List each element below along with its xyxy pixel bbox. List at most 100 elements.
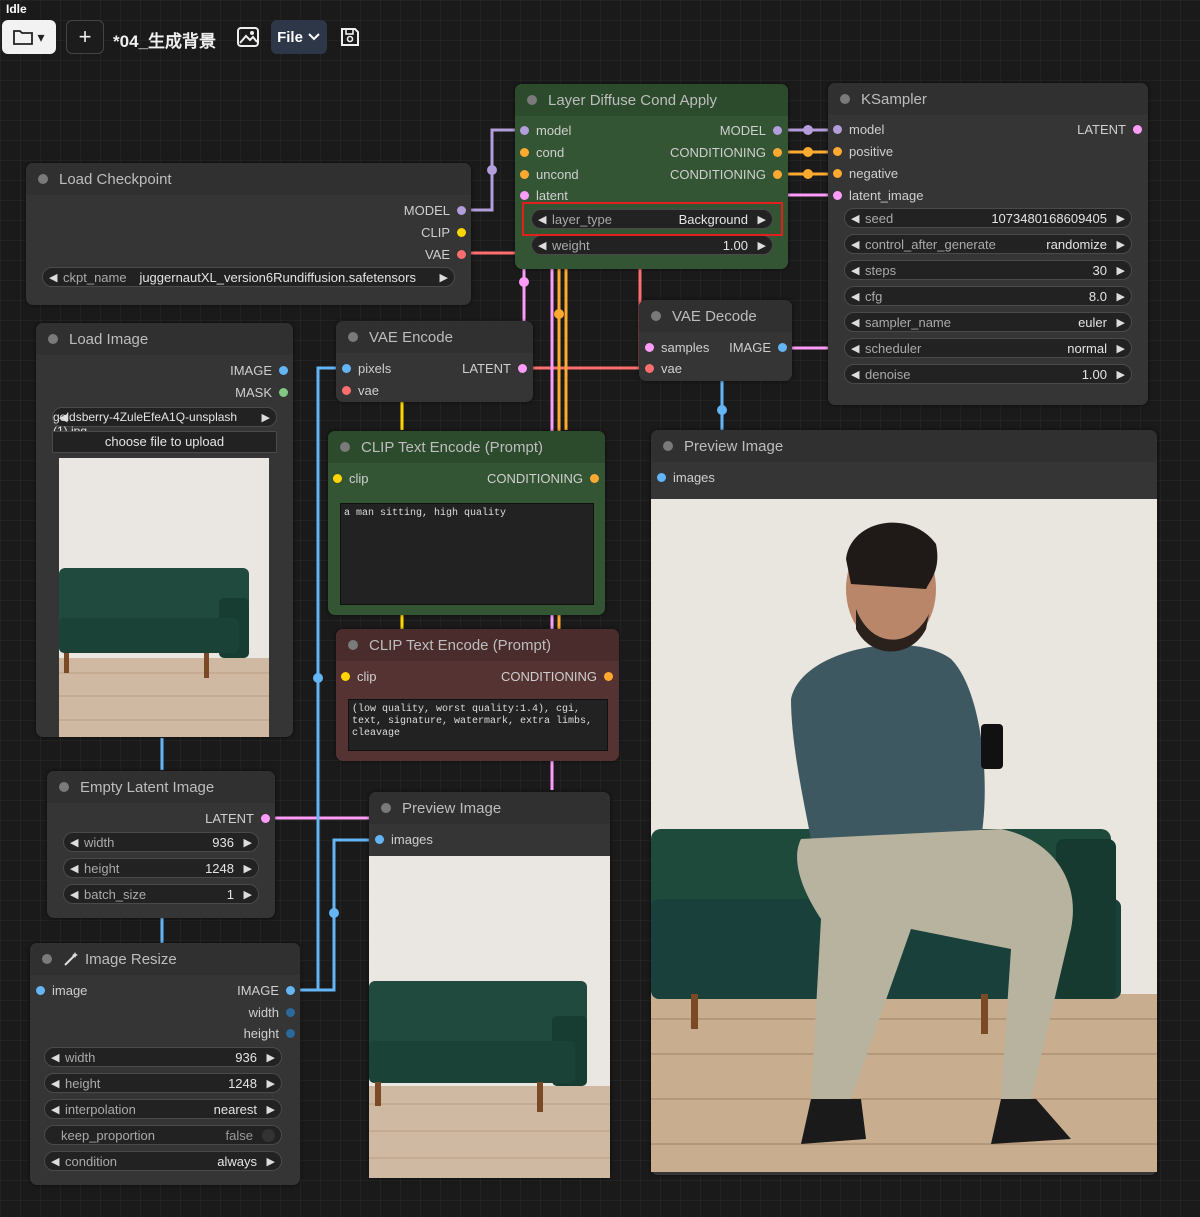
- input-model[interactable]: model: [520, 123, 571, 139]
- input-samples[interactable]: samples: [645, 340, 709, 356]
- arrow-right-icon[interactable]: ▶: [244, 836, 252, 849]
- node-collapse-dot[interactable]: [59, 782, 69, 792]
- node-collapse-dot[interactable]: [42, 954, 52, 964]
- output-conditioning[interactable]: CONDITIONING: [487, 471, 599, 487]
- arrow-right-icon[interactable]: ▶: [244, 888, 252, 901]
- arrow-left-icon[interactable]: ◀: [51, 1077, 59, 1090]
- sampler-name-combo[interactable]: ◀ sampler_name euler ▶: [844, 312, 1132, 332]
- width-number[interactable]: ◀ width 936 ▶: [63, 832, 259, 852]
- upload-button[interactable]: choose file to upload: [52, 431, 277, 453]
- arrow-left-icon[interactable]: ◀: [851, 212, 859, 225]
- arrow-left-icon[interactable]: ◀: [851, 316, 859, 329]
- node-header[interactable]: VAE Decode: [639, 300, 792, 332]
- height-number[interactable]: ◀ height 1248 ▶: [44, 1073, 282, 1093]
- node-collapse-dot[interactable]: [348, 332, 358, 342]
- keep-proportion-toggle[interactable]: keep_proportion false: [44, 1125, 282, 1145]
- output-model[interactable]: MODEL: [404, 203, 466, 219]
- arrow-left-icon[interactable]: ◀: [70, 836, 78, 849]
- node-preview-image-small[interactable]: Preview Image images: [369, 792, 610, 1178]
- node-vae-decode[interactable]: VAE Decode samples vae IMAGE: [639, 300, 792, 381]
- prompt-textarea[interactable]: (low quality, worst quality:1.4), cgi, t…: [348, 699, 608, 751]
- arrow-right-icon[interactable]: ▶: [1117, 290, 1125, 303]
- input-vae[interactable]: vae: [645, 361, 682, 377]
- input-latent-image[interactable]: latent_image: [833, 188, 923, 204]
- node-collapse-dot[interactable]: [48, 334, 58, 344]
- node-vae-encode[interactable]: VAE Encode pixels vae LATENT: [336, 321, 533, 402]
- node-collapse-dot[interactable]: [663, 441, 673, 451]
- arrow-right-icon[interactable]: ▶: [244, 862, 252, 875]
- arrow-right-icon[interactable]: ▶: [262, 411, 270, 424]
- input-negative[interactable]: negative: [833, 166, 898, 182]
- arrow-left-icon[interactable]: ◀: [51, 1103, 59, 1116]
- arrow-left-icon[interactable]: ◀: [851, 290, 859, 303]
- steps-number[interactable]: ◀ steps 30 ▶: [844, 260, 1132, 280]
- image-file-combo[interactable]: ◀ goldsberry-4ZuleEfeA1Q-unsplash (1).jp…: [52, 407, 277, 438]
- batch-size-number[interactable]: ◀ batch_size 1 ▶: [63, 884, 259, 904]
- arrow-right-icon[interactable]: ▶: [758, 239, 766, 252]
- node-header[interactable]: Layer Diffuse Cond Apply: [515, 84, 788, 116]
- input-clip[interactable]: clip: [341, 669, 377, 685]
- arrow-right-icon[interactable]: ▶: [1117, 264, 1125, 277]
- prompt-textarea[interactable]: a man sitting, high quality: [340, 503, 594, 605]
- output-height[interactable]: height: [244, 1026, 295, 1042]
- image-icon[interactable]: [236, 26, 260, 48]
- output-latent[interactable]: LATENT: [1077, 122, 1142, 138]
- arrow-right-icon[interactable]: ▶: [1117, 368, 1125, 381]
- node-preview-image-main[interactable]: Preview Image images: [651, 430, 1157, 1175]
- node-image-resize[interactable]: Image Resize image IMAGE width height ◀ w…: [30, 943, 300, 1185]
- scheduler-combo[interactable]: ◀ scheduler normal ▶: [844, 338, 1132, 358]
- interpolation-combo[interactable]: ◀ interpolation nearest ▶: [44, 1099, 282, 1119]
- output-width[interactable]: width: [249, 1005, 295, 1021]
- input-model[interactable]: model: [833, 122, 884, 138]
- arrow-left-icon[interactable]: ◀: [851, 264, 859, 277]
- node-header[interactable]: CLIP Text Encode (Prompt): [336, 629, 619, 661]
- node-clip-text-encode-positive[interactable]: CLIP Text Encode (Prompt) clip CONDITION…: [328, 431, 605, 615]
- node-collapse-dot[interactable]: [348, 640, 358, 650]
- node-collapse-dot[interactable]: [340, 442, 350, 452]
- arrow-left-icon[interactable]: ◀: [51, 1155, 59, 1168]
- toggle-knob[interactable]: [262, 1129, 275, 1142]
- output-conditioning-negative[interactable]: CONDITIONING: [670, 167, 782, 183]
- arrow-left-icon[interactable]: ◀: [70, 862, 78, 875]
- seed-number[interactable]: ◀ seed 1073480168609405 ▶: [844, 208, 1132, 228]
- output-clip[interactable]: CLIP: [421, 225, 466, 241]
- node-collapse-dot[interactable]: [38, 174, 48, 184]
- output-conditioning-positive[interactable]: CONDITIONING: [670, 145, 782, 161]
- node-empty-latent-image[interactable]: Empty Latent Image LATENT ◀ width 936 ▶ ◀ he…: [47, 771, 275, 918]
- condition-combo[interactable]: ◀ condition always ▶: [44, 1151, 282, 1171]
- output-mask[interactable]: MASK: [235, 385, 288, 401]
- node-load-checkpoint[interactable]: Load Checkpoint MODEL CLIP VAE ◀ ckpt_na…: [26, 163, 471, 305]
- output-conditioning[interactable]: CONDITIONING: [501, 669, 613, 685]
- node-header[interactable]: Load Image: [36, 323, 293, 355]
- arrow-left-icon[interactable]: ◀: [538, 239, 546, 252]
- output-image[interactable]: IMAGE: [230, 363, 288, 379]
- node-header[interactable]: Preview Image: [651, 430, 1157, 462]
- weight-number[interactable]: ◀ weight 1.00 ▶: [531, 235, 773, 255]
- arrow-left-icon[interactable]: ◀: [851, 238, 859, 251]
- cfg-number[interactable]: ◀ cfg 8.0 ▶: [844, 286, 1132, 306]
- node-layer-diffuse-cond-apply[interactable]: Layer Diffuse Cond Apply model cond unco…: [515, 84, 788, 269]
- input-positive[interactable]: positive: [833, 144, 893, 160]
- arrow-right-icon[interactable]: ▶: [267, 1077, 275, 1090]
- node-header[interactable]: CLIP Text Encode (Prompt): [328, 431, 605, 463]
- node-clip-text-encode-negative[interactable]: CLIP Text Encode (Prompt) clip CONDITION…: [336, 629, 619, 761]
- arrow-left-icon[interactable]: ◀: [70, 888, 78, 901]
- ckpt-name-combo[interactable]: ◀ ckpt_name juggernautXL_version6Rundiff…: [42, 267, 455, 287]
- arrow-right-icon[interactable]: ▶: [440, 271, 448, 284]
- input-clip[interactable]: clip: [333, 471, 369, 487]
- output-image[interactable]: IMAGE: [729, 340, 787, 356]
- node-header[interactable]: VAE Encode: [336, 321, 533, 353]
- arrow-left-icon[interactable]: ◀: [851, 342, 859, 355]
- input-uncond[interactable]: uncond: [520, 167, 579, 183]
- input-cond[interactable]: cond: [520, 145, 564, 161]
- input-images[interactable]: images: [657, 470, 715, 486]
- control-after-generate-combo[interactable]: ◀ control_after_generate randomize ▶: [844, 234, 1132, 254]
- new-workflow-button[interactable]: +: [66, 20, 104, 54]
- node-header[interactable]: Load Checkpoint: [26, 163, 471, 195]
- input-image[interactable]: image: [36, 983, 87, 999]
- output-latent[interactable]: LATENT: [462, 361, 527, 377]
- arrow-right-icon[interactable]: ▶: [1117, 342, 1125, 355]
- input-vae[interactable]: vae: [342, 383, 379, 399]
- node-header[interactable]: Preview Image: [369, 792, 610, 824]
- arrow-left-icon[interactable]: ◀: [49, 271, 57, 284]
